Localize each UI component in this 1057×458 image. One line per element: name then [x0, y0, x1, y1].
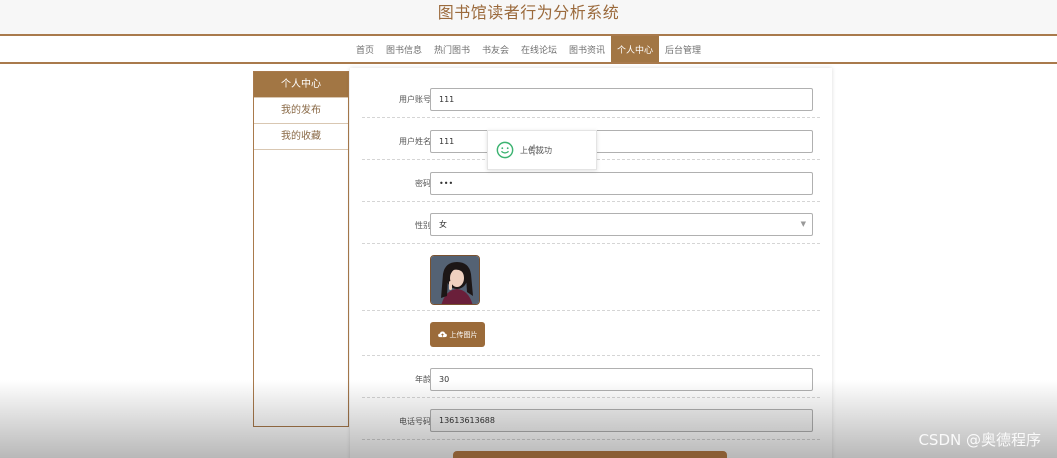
watermark: CSDN @奥德程序	[918, 431, 1041, 449]
nav-item-book-club[interactable]: 书友会	[476, 36, 515, 62]
form-row-age: 年龄 30	[362, 356, 820, 398]
age-input[interactable]: 30	[430, 368, 813, 391]
site-header: 图书馆读者行为分析系统	[0, 0, 1057, 34]
phone-label: 电话号码	[399, 417, 431, 426]
sidebar-item-my-posts[interactable]: 我的发布	[254, 98, 348, 124]
top-nav: 首页 图书信息 热门图书 书友会 在线论坛 图书资讯 个人中心 后台管理	[0, 34, 1057, 64]
gender-label: 性别	[415, 221, 431, 230]
avatar-image	[430, 255, 480, 305]
form-row-phone: 电话号码 13613613688	[362, 398, 820, 440]
form-row-account: 用户账号 111	[362, 80, 820, 118]
upload-image-label: 上传图片	[449, 330, 478, 339]
chevron-down-icon: ▼	[800, 220, 806, 228]
phone-input[interactable]: 13613613688	[430, 409, 813, 432]
name-label: 用户姓名	[399, 137, 431, 146]
form-row-gender: 性别 女 ▼	[362, 202, 820, 244]
password-label: 密码	[415, 179, 431, 188]
nav-item-admin[interactable]: 后台管理	[659, 36, 707, 62]
avatar-portrait-icon	[431, 256, 479, 304]
nav-item-book-info[interactable]: 图书信息	[380, 36, 428, 62]
upload-success-toast: 上传成功	[487, 130, 597, 170]
nav-item-book-news[interactable]: 图书资讯	[563, 36, 611, 62]
gender-select-value: 女	[439, 220, 447, 229]
account-input[interactable]: 111	[430, 88, 813, 111]
sidebar-item-my-favorites[interactable]: 我的收藏	[254, 124, 348, 150]
nav-item-personal-center[interactable]: 个人中心	[611, 36, 660, 62]
nav-item-forum[interactable]: 在线论坛	[515, 36, 563, 62]
smile-icon	[496, 141, 514, 159]
form-row-avatar	[362, 244, 820, 311]
profile-form: 用户账号 111 用户姓名 111 密码 ••• 性别 女 ▼ 上传图片 年龄 …	[350, 68, 832, 458]
upload-image-button[interactable]: 上传图片	[430, 322, 485, 347]
age-label: 年龄	[415, 375, 431, 384]
form-row-upload: 上传图片	[362, 311, 820, 356]
loading-spinner-icon	[528, 144, 540, 156]
sidebar-item-personal-center[interactable]: 个人中心	[254, 72, 348, 98]
gender-select[interactable]: 女 ▼	[430, 213, 813, 236]
nav-item-home[interactable]: 首页	[350, 36, 380, 62]
sidebar: 个人中心 我的发布 我的收藏	[253, 71, 349, 427]
site-title: 图书馆读者行为分析系统	[437, 3, 620, 22]
submit-button[interactable]	[453, 451, 727, 458]
password-input[interactable]: •••	[430, 172, 813, 195]
account-label: 用户账号	[399, 95, 431, 104]
cloud-upload-icon	[437, 331, 447, 338]
nav-item-hot-books[interactable]: 热门图书	[428, 36, 476, 62]
